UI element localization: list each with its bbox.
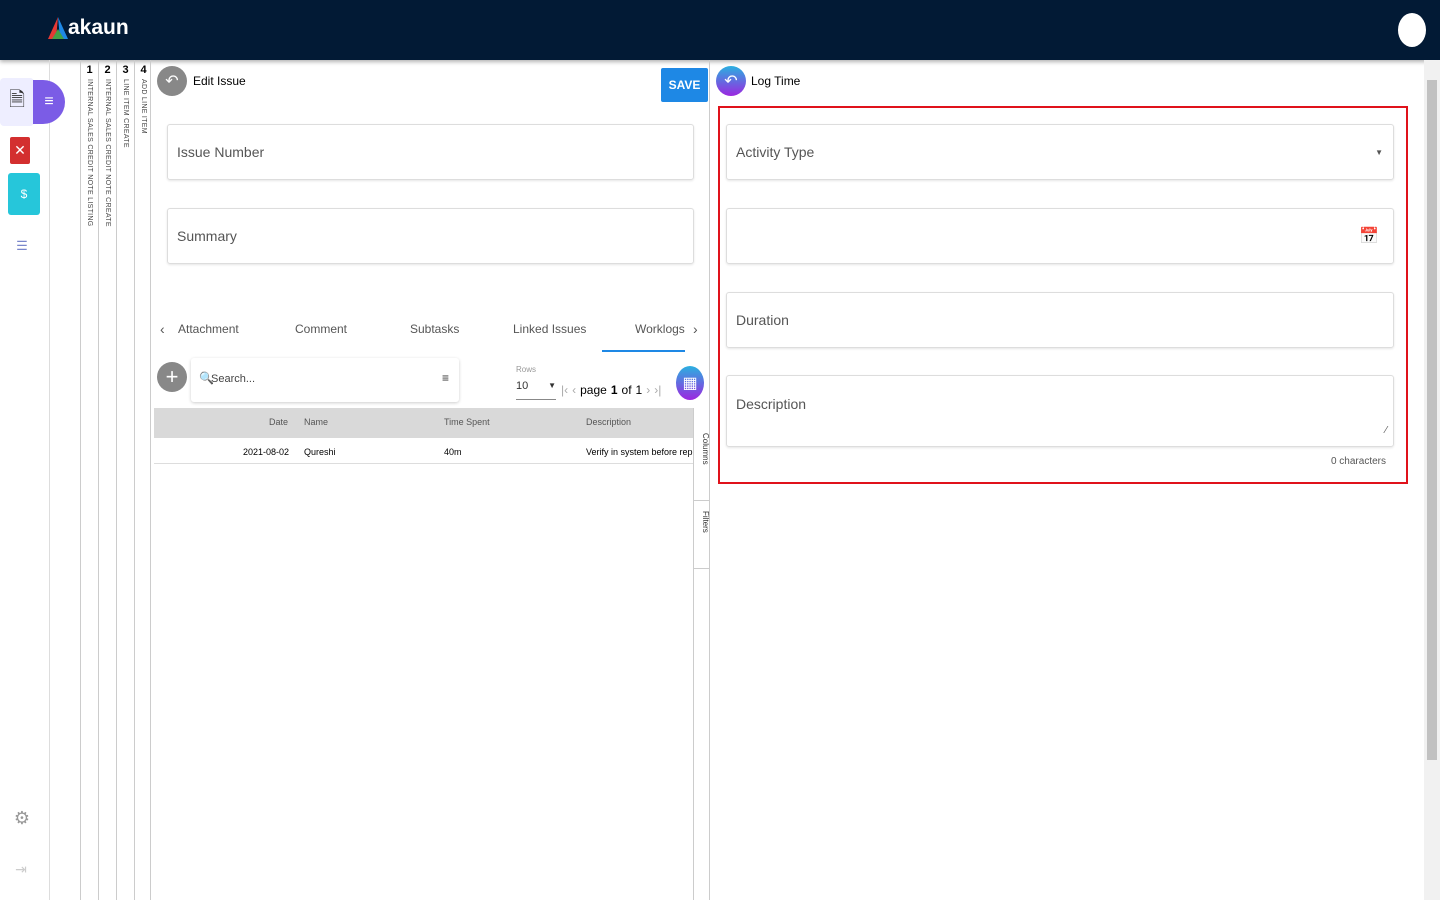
back-button[interactable]: ↶ [716, 66, 746, 96]
vtab-2[interactable]: 2 INTERNAL SALES CREDIT NOTE CREATE [98, 60, 116, 900]
filters-toggle[interactable]: Filters [694, 511, 710, 569]
description-textarea[interactable]: Description ⁄ [726, 375, 1394, 447]
page-scrollbar[interactable] [1424, 60, 1440, 900]
tab-attachment[interactable]: Attachment [178, 322, 239, 336]
col-time-spent[interactable]: Time Spent [444, 417, 490, 427]
search-input[interactable]: Search... [211, 373, 255, 385]
col-name[interactable]: Name [304, 417, 328, 427]
vtab-number: 3 [122, 64, 129, 76]
scrollbar-thumb[interactable] [1427, 80, 1437, 760]
back-button[interactable]: ↶ [157, 66, 187, 96]
tab-worklogs[interactable]: Worklogs [635, 322, 685, 336]
filter-icon[interactable]: ≡ [442, 371, 449, 385]
description-label: Description [736, 396, 807, 412]
vtab-3[interactable]: 3 LINE ITEM CREATE [116, 60, 134, 900]
grid-view-button[interactable]: ▦ [676, 366, 704, 400]
rows-value: 10 [516, 380, 529, 392]
col-description[interactable]: Description [586, 417, 631, 427]
vtab-label: INTERNAL SALES CREDIT NOTE CREATE [104, 79, 111, 227]
cell-name: Qureshi [304, 447, 336, 457]
list-icon[interactable]: ☰ [14, 238, 30, 254]
table-row[interactable]: 2021-08-02 Qureshi 40m Verify in system … [154, 438, 694, 464]
total-pages: 1 [635, 383, 643, 397]
top-bar: akaun [0, 0, 1440, 60]
sidebar: 🗎 ≡ ✕ $ ☰ ⚙ ⇥ [0, 60, 65, 900]
panel-title: Log Time [751, 74, 801, 88]
save-button[interactable]: SAVE [661, 68, 708, 102]
vtab-number: 1 [86, 64, 93, 76]
tabs-next-icon[interactable]: › [693, 321, 698, 337]
pdf-icon[interactable]: ✕ [10, 137, 30, 164]
logo[interactable]: akaun [48, 16, 129, 40]
rows-select[interactable]: 10 ▼ [516, 380, 556, 400]
add-worklog-button[interactable]: + [157, 362, 187, 392]
vtab-label: LINE ITEM CREATE [122, 79, 129, 148]
cell-date: 2021-08-02 [243, 447, 290, 457]
columns-toggle[interactable]: Columns [694, 433, 710, 501]
cell-description: Verify in system before replying [586, 447, 694, 457]
chevron-down-icon: ▼ [1375, 147, 1383, 157]
settings-icon[interactable]: ⚙ [12, 808, 32, 828]
of-label: of [621, 383, 632, 397]
duration-input[interactable]: Duration [726, 292, 1394, 348]
collapse-menu-button[interactable]: ≡ [33, 80, 65, 124]
invoice-icon[interactable]: $ [8, 173, 40, 215]
vertical-tabs: 1 INTERNAL SALES CREDIT NOTE LISTING 2 INT… [80, 60, 152, 900]
vtab-label: ADD LINE ITEM [140, 79, 147, 134]
vtab-1[interactable]: 1 INTERNAL SALES CREDIT NOTE LISTING [80, 60, 98, 900]
tab-linked-issues[interactable]: Linked Issues [513, 322, 586, 336]
logout-icon[interactable]: ⇥ [12, 860, 30, 878]
page-number: 1 [610, 383, 618, 397]
filters-label: Filters [701, 511, 710, 533]
akaun-logo-icon [48, 17, 68, 39]
prev-page-icon[interactable]: ‹ [572, 383, 576, 397]
first-page-icon[interactable]: |‹ [561, 383, 568, 397]
edit-issue-panel: ↶ Edit Issue SAVE Issue Number Summary ‹… [150, 60, 710, 900]
tab-comment[interactable]: Comment [295, 322, 347, 336]
grid-header: Date Name Time Spent Description [154, 408, 694, 438]
tab-subtasks[interactable]: Subtasks [410, 322, 459, 336]
resize-handle-icon[interactable]: ⁄ [1385, 425, 1387, 436]
side-bar-panel: Columns Filters [693, 408, 710, 900]
summary-input[interactable]: Summary [167, 208, 694, 264]
vtab-number: 4 [140, 64, 147, 76]
active-tab-indicator [602, 350, 685, 352]
chevron-down-icon: ▼ [548, 381, 556, 390]
next-page-icon[interactable]: › [646, 383, 650, 397]
char-count: 0 characters [1330, 456, 1386, 467]
issue-tabs: ‹ Attachment Comment Subtasks Linked Iss… [151, 310, 711, 352]
log-time-panel: ↶ Log Time Activity Type ▼ 📅 Duration Des… [710, 60, 1424, 900]
calendar-icon[interactable]: 📅 [1359, 226, 1379, 246]
brand-name: akaun [68, 16, 129, 39]
col-date[interactable]: Date [269, 417, 288, 427]
cell-time: 40m [444, 447, 462, 457]
vtab-number: 2 [104, 64, 111, 76]
pagination: |‹ ‹ page 1 of 1 › ›| [561, 383, 661, 397]
activity-type-label: Activity Type [736, 144, 815, 160]
date-input[interactable]: 📅 [726, 208, 1394, 264]
credit-note-icon[interactable]: 🗎 [0, 78, 34, 126]
rows-label: Rows [516, 365, 537, 374]
last-page-icon[interactable]: ›| [654, 383, 661, 397]
page-label: page [580, 383, 607, 397]
issue-number-input[interactable]: Issue Number [167, 124, 694, 180]
user-avatar[interactable] [1398, 13, 1426, 47]
search-box[interactable]: 🔍 Search... ≡ [191, 358, 459, 402]
columns-label: Columns [701, 433, 710, 465]
panel-title: Edit Issue [193, 74, 246, 88]
vtab-label: INTERNAL SALES CREDIT NOTE LISTING [86, 79, 93, 227]
tabs-prev-icon[interactable]: ‹ [160, 321, 165, 337]
activity-type-select[interactable]: Activity Type ▼ [726, 124, 1394, 180]
